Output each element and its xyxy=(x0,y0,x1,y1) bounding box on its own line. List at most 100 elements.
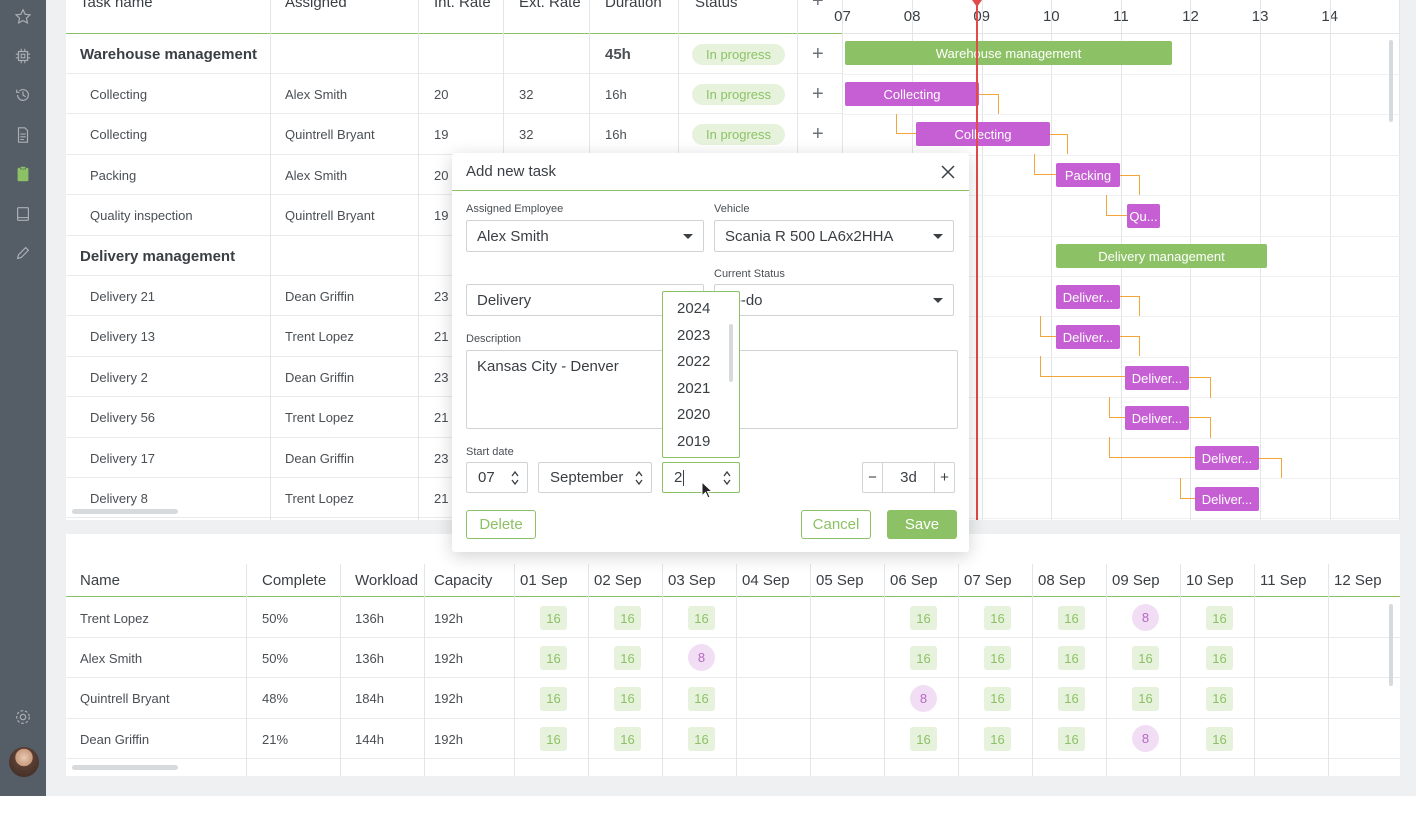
workload-badge: 16 xyxy=(540,686,567,711)
resource-workload-cell: 136h xyxy=(355,610,384,626)
year-dropdown-scrollbar[interactable] xyxy=(729,324,733,382)
task-row[interactable]: Collecting Alex Smith 20 32 16h In progress + xyxy=(66,74,842,115)
book-icon[interactable] xyxy=(13,204,33,224)
task-assigned-cell: Dean Griffin xyxy=(285,288,355,304)
col-task-name[interactable]: Task name xyxy=(80,0,153,11)
dependency-link xyxy=(1189,417,1211,438)
duration-minus-button[interactable]: − xyxy=(863,463,883,492)
timeline-day-divider xyxy=(1051,0,1053,520)
col-assigned[interactable]: Assigned xyxy=(285,0,347,11)
today-marker-line xyxy=(976,0,978,520)
resource-row[interactable]: Dean Griffin 21% 144h 192h 16 16 16 16 16 16 8 16 xyxy=(66,719,1400,760)
task-bar[interactable]: Deliver... xyxy=(1125,406,1189,430)
task-name-cell: Quality inspection xyxy=(90,208,193,224)
col-int-rate[interactable]: Int. Rate xyxy=(434,0,491,11)
col-duration[interactable]: Duration xyxy=(605,0,662,11)
chip-icon[interactable] xyxy=(13,46,33,66)
resource-row[interactable]: Quintrell Bryant 48% 184h 192h 16 16 16 8 16 16 16… xyxy=(66,679,1400,719)
grid-column-divider xyxy=(270,0,271,520)
task-duration-cell: 16h xyxy=(605,127,627,143)
col-status[interactable]: Status xyxy=(695,0,738,11)
day-stepper[interactable]: 07 xyxy=(466,462,528,493)
dependency-link xyxy=(1050,134,1068,154)
save-button[interactable]: Save xyxy=(887,510,957,539)
stepper-arrows-icon[interactable] xyxy=(723,470,731,486)
stepper-arrows-icon[interactable] xyxy=(511,470,519,486)
history-icon[interactable] xyxy=(13,85,33,105)
year-option[interactable]: 2023 xyxy=(677,327,710,344)
month-stepper[interactable]: September xyxy=(538,462,652,493)
task-bar[interactable]: Delivery management xyxy=(1056,244,1267,268)
assigned-employee-select[interactable]: Alex Smith xyxy=(466,220,704,252)
grid-column-divider xyxy=(418,0,419,520)
add-subtask-button[interactable]: + xyxy=(812,74,824,114)
resource-column-divider xyxy=(662,564,663,776)
resource-date-header: 12 Sep xyxy=(1334,572,1382,589)
stepper-arrows-icon[interactable] xyxy=(635,470,643,486)
task-bar[interactable]: Deliver... xyxy=(1056,285,1120,309)
add-subtask-button[interactable]: + xyxy=(812,34,824,74)
col-ext-rate[interactable]: Ext. Rate xyxy=(519,0,581,11)
resource-row[interactable]: Alex Smith 50% 136h 192h 16 16 8 16 16 16 16 16 xyxy=(66,638,1400,679)
task-bar[interactable]: Warehouse management xyxy=(845,41,1172,65)
workload-badge: 16 xyxy=(688,686,715,711)
grid-horizontal-scrollbar[interactable] xyxy=(72,509,178,514)
col-complete[interactable]: Complete xyxy=(262,564,326,597)
task-bar[interactable]: Collecting xyxy=(916,122,1050,146)
task-bar[interactable]: Collecting xyxy=(845,82,979,106)
task-type-value: Delivery xyxy=(477,291,532,309)
dependency-link xyxy=(1106,195,1127,216)
resource-name-cell: Dean Griffin xyxy=(80,731,150,747)
workload-badge: 16 xyxy=(688,606,715,630)
col-capacity[interactable]: Capacity xyxy=(434,564,492,597)
task-bar[interactable]: Deliver... xyxy=(1195,446,1259,470)
task-bar[interactable]: Qu... xyxy=(1127,204,1160,228)
resource-column-divider xyxy=(246,564,247,776)
workload-badge: 8 xyxy=(1132,604,1159,631)
status-cell: In progress xyxy=(692,115,786,155)
task-group-row[interactable]: Warehouse management 45h In progress + xyxy=(66,34,842,74)
workload-badge: 16 xyxy=(688,727,715,752)
delete-button[interactable]: Delete xyxy=(466,510,536,539)
add-subtask-button[interactable]: + xyxy=(812,115,824,155)
task-assigned-cell: Trent Lopez xyxy=(285,410,354,426)
document-icon[interactable] xyxy=(13,125,33,145)
duration-plus-button[interactable]: + xyxy=(934,463,954,492)
year-option[interactable]: 2024 xyxy=(677,300,710,317)
dependency-link xyxy=(1259,458,1282,478)
star-icon[interactable] xyxy=(13,7,33,27)
workload-badge: 16 xyxy=(614,606,641,630)
cancel-button[interactable]: Cancel xyxy=(801,510,871,539)
status-cell: In progress xyxy=(692,74,786,114)
clipboard-icon[interactable] xyxy=(13,164,33,184)
resource-vertical-scrollbar[interactable] xyxy=(1389,604,1393,686)
duration-value[interactable]: 3d xyxy=(883,463,934,492)
resource-workload-cell: 184h xyxy=(355,691,384,707)
task-bar[interactable]: Deliver... xyxy=(1125,366,1189,390)
resource-horizontal-scrollbar[interactable] xyxy=(72,765,178,770)
year-option[interactable]: 2020 xyxy=(677,406,710,423)
close-icon[interactable] xyxy=(939,163,957,181)
avatar[interactable] xyxy=(9,747,39,777)
settings-icon[interactable] xyxy=(13,707,33,727)
vehicle-select[interactable]: Scania R 500 LA6x2HHA xyxy=(714,220,954,252)
resource-row[interactable]: Trent Lopez 50% 136h 192h 16 16 16 16 16 16 8 16 xyxy=(66,598,1400,638)
year-option[interactable]: 2022 xyxy=(677,353,710,370)
year-option[interactable]: 2019 xyxy=(677,433,710,450)
workload-badge: 16 xyxy=(1132,646,1159,671)
task-bar[interactable]: Deliver... xyxy=(1195,487,1259,511)
task-bar[interactable]: Deliver... xyxy=(1056,325,1120,349)
current-status-select[interactable]: To-do xyxy=(714,284,954,316)
task-bar[interactable]: Packing xyxy=(1056,163,1120,187)
day-value: 07 xyxy=(478,469,495,486)
dependency-link xyxy=(1109,397,1125,418)
task-row[interactable]: Collecting Quintrell Bryant 19 32 16h In prog… xyxy=(66,115,842,155)
col-name[interactable]: Name xyxy=(80,564,120,597)
col-workload[interactable]: Workload xyxy=(355,564,418,597)
workload-badge: 16 xyxy=(614,727,641,752)
dependency-link xyxy=(1034,154,1056,175)
timeline-vertical-scrollbar[interactable] xyxy=(1389,40,1393,122)
resource-panel: Name Complete Workload Capacity 01 Sep 02… xyxy=(66,534,1400,776)
year-option[interactable]: 2021 xyxy=(677,380,710,397)
pencil-icon[interactable] xyxy=(13,243,33,263)
